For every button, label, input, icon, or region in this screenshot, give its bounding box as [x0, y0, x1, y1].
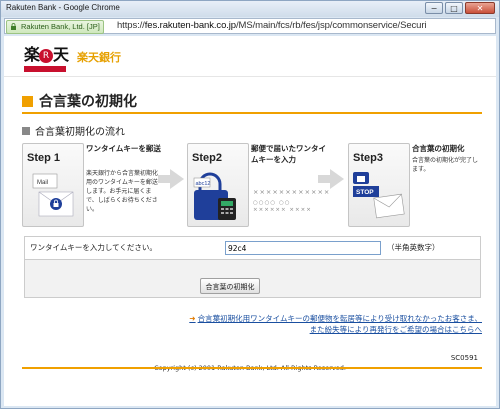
- initialize-passphrase-button[interactable]: 合言葉の初期化: [200, 278, 260, 294]
- secure-label: Rakuten Bank, Ltd. [JP]: [21, 22, 100, 31]
- reissue-link-text-1[interactable]: 合言葉初期化用ワンタイムキーの郵便物を転居等により受け取れなかったお客さま、: [198, 314, 482, 323]
- step-3-box: Step3 STOP: [348, 143, 410, 227]
- step-3-title: 合言葉の初期化: [412, 144, 465, 153]
- subtitle-square-icon: [22, 127, 30, 135]
- step-2-box: Step2 abc12: [187, 143, 249, 227]
- page-code: SC0591: [450, 354, 478, 362]
- step-2-masked-small-2: ×××××× ××××: [253, 207, 312, 213]
- abc12-text: abc12: [196, 181, 211, 187]
- title-divider: [22, 112, 482, 114]
- arrow-1-icon: [170, 169, 184, 189]
- window-controls: − □ ✕: [425, 2, 495, 14]
- page-title-text: 合言葉の初期化: [39, 94, 137, 110]
- onetime-key-note: （半角英数字）: [387, 243, 440, 252]
- secure-badge[interactable]: Rakuten Bank, Ltd. [JP]: [6, 20, 104, 34]
- mail-icon: Mail: [32, 173, 74, 217]
- window-title: Rakuten Bank - Google Chrome: [6, 3, 120, 12]
- url-scheme: https://: [117, 20, 145, 31]
- footer-divider: [22, 367, 482, 369]
- site-header: 楽R天 楽天銀行: [4, 36, 496, 77]
- steps-flow: Step 1 Mail ワンタイムキーを郵送 楽天銀行から合言葉初期化用のワンタ…: [22, 139, 482, 231]
- step-1-label: Step 1: [27, 152, 61, 164]
- bank-name: 楽天銀行: [77, 51, 121, 64]
- close-button[interactable]: ✕: [465, 2, 495, 14]
- maximize-button[interactable]: □: [445, 2, 463, 14]
- onetime-key-input[interactable]: [225, 241, 381, 255]
- step-1-title: ワンタイムキーを郵送: [86, 144, 161, 153]
- url-text[interactable]: https://fes.rakuten-bank.co.jp/MS/main/f…: [117, 20, 427, 31]
- step-3-desc: 合言葉の初期化が完了します。: [412, 157, 479, 173]
- step-2-masked-small-1: ○○○○ ○○: [253, 200, 291, 206]
- logo-bank-bar: [24, 66, 66, 72]
- title-square-icon: [22, 96, 33, 107]
- link-arrow-icon: ➜: [189, 314, 196, 323]
- onetime-key-row: ワンタイムキーを入力してください。 （半角英数字）: [25, 237, 480, 260]
- title-bar: Rakuten Bank - Google Chrome − □ ✕: [1, 1, 499, 17]
- logo-r-mark: R: [39, 49, 54, 63]
- step-2-label: Step2: [192, 152, 222, 164]
- step-2-masked: ××××××××××××: [253, 188, 331, 196]
- stop-envelope-icon: STOP: [353, 172, 405, 219]
- lock-icon: [11, 23, 16, 30]
- step-1-box: Step 1 Mail: [22, 143, 84, 227]
- url-path: /MS/main/fcs/rb/fes/jsp/commonservice/Se…: [236, 20, 427, 31]
- reissue-help-link[interactable]: ➜ 合言葉初期化用ワンタイムキーの郵便物を転居等により受け取れなかったお客さま、 …: [189, 313, 482, 335]
- reissue-link-line-1[interactable]: ➜ 合言葉初期化用ワンタイムキーの郵便物を転居等により受け取れなかったお客さま、: [189, 313, 482, 324]
- step-1-desc: 楽天銀行から合言葉初期化用のワンタイムキーを郵送します。お手元に届くまで、しばら…: [86, 170, 159, 213]
- arrow-2-icon: [330, 169, 344, 189]
- stop-text: STOP: [356, 189, 374, 196]
- mail-text: Mail: [37, 180, 48, 186]
- subtitle-text: 合言葉初期化の流れ: [35, 127, 125, 138]
- logo-kanji-2: 天: [53, 45, 69, 64]
- page-title: 合言葉の初期化: [22, 91, 137, 111]
- url-host: fes.rakuten-bank.co.jp: [144, 20, 236, 31]
- step-2-title: 郵便で届いたワンタイムキーを入力: [251, 144, 326, 164]
- page-content: 楽R天 楽天銀行 合言葉の初期化 合言葉初期化の流れ Step 1 Mail ワ…: [4, 36, 496, 406]
- logo-kanji-1: 楽: [24, 45, 40, 64]
- rakuten-logo[interactable]: 楽R天: [24, 41, 70, 72]
- minimize-button[interactable]: −: [425, 2, 443, 14]
- step-3-label: Step3: [353, 152, 383, 164]
- reissue-link-line-2[interactable]: また紛失等により再発行をご希望の場合はこちらへ: [189, 324, 482, 335]
- onetime-key-label: ワンタイムキーを入力してください。: [30, 243, 157, 252]
- section-subtitle: 合言葉初期化の流れ: [22, 123, 125, 138]
- lock-keypad-icon: abc12: [193, 172, 236, 220]
- browser-window: Rakuten Bank - Google Chrome − □ ✕ Rakut…: [0, 0, 500, 409]
- address-bar[interactable]: Rakuten Bank, Ltd. [JP] https://fes.raku…: [4, 18, 496, 34]
